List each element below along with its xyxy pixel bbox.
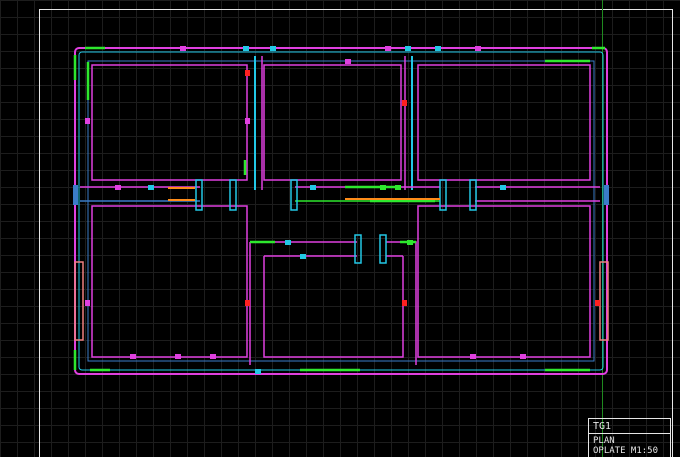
room-top-middle[interactable] [263, 64, 402, 181]
title-block-detail: OPLATE M1:50 [593, 446, 659, 456]
title-block-code: TG1 [589, 419, 670, 434]
background-grid [0, 0, 680, 457]
title-block: TG1 PLAN OPLATE M1:50 [588, 418, 671, 457]
room-bottom-middle-right[interactable] [386, 241, 417, 365]
cad-viewport[interactable] [0, 0, 680, 457]
room-top-right[interactable] [417, 64, 591, 181]
drawing-frame [39, 9, 673, 457]
title-block-sheet: PLAN [593, 436, 615, 446]
room-bottom-left[interactable] [91, 205, 248, 358]
room-top-left[interactable] [91, 64, 248, 181]
room-bottom-right[interactable] [417, 205, 591, 358]
